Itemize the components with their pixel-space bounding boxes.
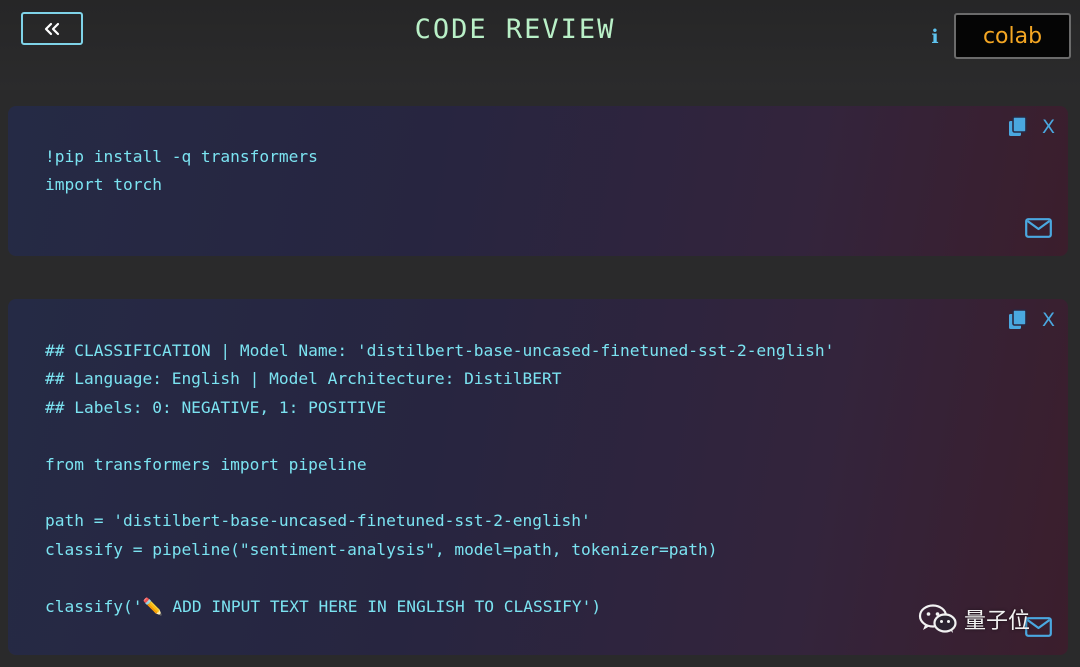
code-text[interactable]: !pip install -q transformers import torc… [45,143,318,200]
watermark-text: 量子位 [964,609,1031,634]
info-icon[interactable]: i [928,26,942,48]
wechat-icon [918,604,957,633]
code-cell-classification: ## CLASSIFICATION | Model Name: 'distilb… [8,299,1068,655]
colab-button[interactable]: colab [954,13,1071,59]
copy-icon[interactable] [1008,116,1028,138]
code-text[interactable]: ## CLASSIFICATION | Model Name: 'distilb… [45,337,834,621]
code-cell-install: !pip install -q transformers import torc… [8,106,1068,256]
close-button[interactable]: X [1042,117,1058,137]
close-button[interactable]: X [1042,310,1058,330]
header-bar: CODE REVIEW i colab [0,0,1080,90]
copy-icon[interactable] [1008,309,1028,331]
mail-icon[interactable] [1025,218,1052,238]
page-title: CODE REVIEW [414,14,616,45]
watermark: 量子位 [918,603,1030,635]
